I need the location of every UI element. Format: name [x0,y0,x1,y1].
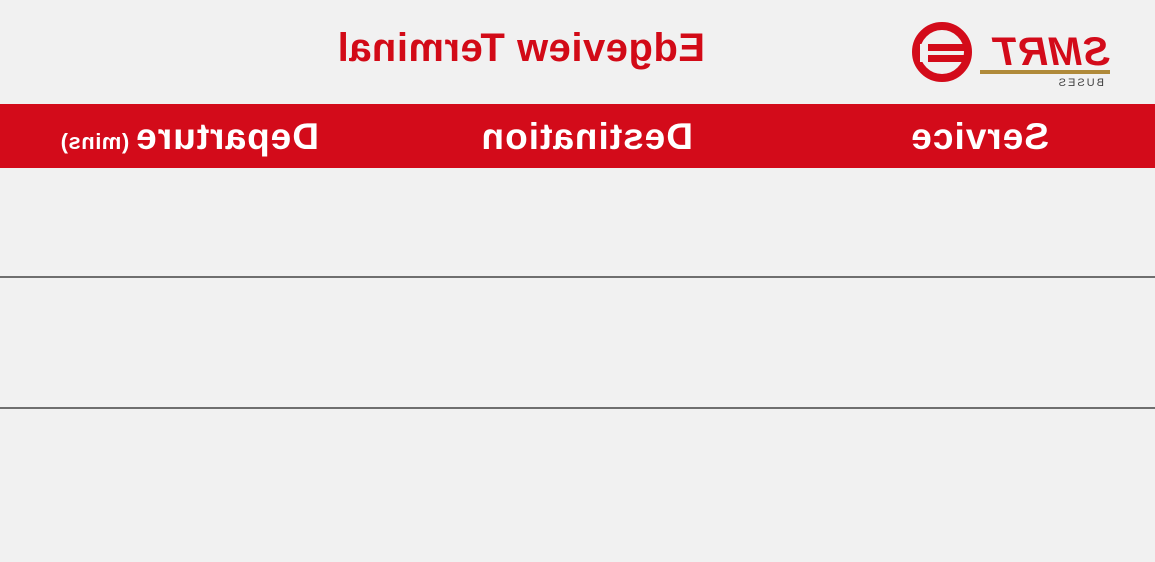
page-title: Edgeview Terminal [337,26,705,70]
logo-sub-text: BUSES [1057,77,1104,89]
departure-label: Departure [135,116,319,157]
table-row [0,168,1155,278]
column-header-destination: Destination [480,116,693,157]
mirrored-content: SMRT BUSES Edgeview Terminal Service Des… [0,0,1155,562]
table-body [0,168,1155,562]
board-header: SMRT BUSES Edgeview Terminal [0,0,1155,104]
table-row [0,278,1155,409]
smrt-logo-icon: SMRT BUSES [912,22,1110,89]
column-header-departure: Departure(mins) [60,116,319,158]
logo-underline [980,70,1110,74]
table-row [0,409,1155,562]
smrt-emblem-icon [912,22,972,82]
logo-brand-text: SMRT [991,30,1110,74]
table-header: Service Destination Departure(mins) [0,104,1155,168]
column-header-service: Service [910,116,1049,157]
departure-unit-label: (mins) [60,129,130,154]
departure-board: SMRT BUSES Edgeview Terminal Service Des… [0,0,1155,562]
